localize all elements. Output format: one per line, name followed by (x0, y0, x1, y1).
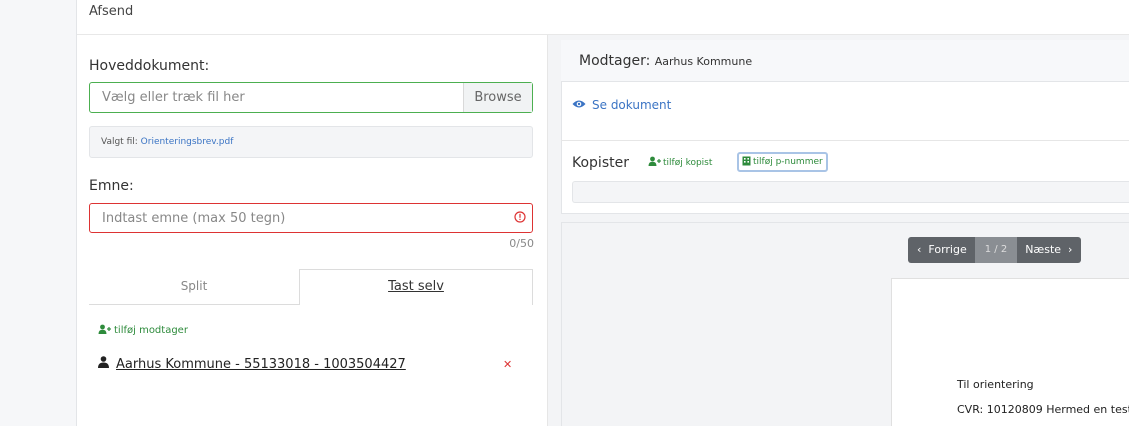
subject-label: Emne: (89, 178, 134, 194)
document-text-line: Til orientering (957, 378, 1034, 391)
add-copy-label: tilføj kopist (663, 157, 713, 168)
document-text-line: CVR: 10120809 Hermed en test i (957, 403, 1129, 416)
recipient-title-prefix: Modtager: (579, 53, 651, 69)
add-pnumber-button[interactable]: tilføj p-nummer (737, 152, 828, 172)
add-recipient-label: tilføj modtager (114, 325, 188, 336)
tab-split[interactable]: Split (89, 269, 299, 305)
add-user-icon (98, 324, 111, 337)
recipient-name[interactable]: Aarhus Kommune - 55133018 - 1003504427 (116, 357, 406, 372)
recipient-title-value: Aarhus Kommune (654, 55, 753, 68)
selected-file-box: Valgt fil: Orienteringsbrev.pdf (89, 126, 533, 158)
warning-icon (508, 210, 532, 226)
building-icon (742, 156, 751, 169)
main-document-label: Hoveddokument: (89, 58, 210, 74)
copies-label: Kopister (572, 155, 629, 171)
add-pnumber-label: tilføj p-nummer (753, 157, 823, 167)
page-indicator: 1 / 2 (974, 237, 1018, 263)
tab-tast-selv[interactable]: Tast selv (299, 269, 533, 305)
prev-page-button[interactable]: ‹ Forrige (908, 237, 975, 263)
divider (561, 140, 1129, 141)
selected-file-link[interactable]: Orienteringsbrev.pdf (141, 137, 234, 147)
recipient-row: Aarhus Kommune - 55133018 - 1003504427 ✕ (98, 354, 528, 374)
subject-placeholder[interactable]: Indtast emne (max 50 tegn) (90, 211, 508, 226)
recipient-card-header: Modtager: Aarhus Kommune (561, 40, 1129, 82)
left-rail (0, 0, 77, 426)
add-recipient-link[interactable]: tilføj modtager (98, 324, 188, 337)
add-user-icon (648, 156, 661, 169)
remove-recipient-icon[interactable]: ✕ (503, 358, 512, 371)
prev-page-label: Forrige (928, 243, 967, 256)
file-input-placeholder[interactable]: Vælg eller træk fil her (90, 83, 463, 112)
char-counter: 0/50 (509, 237, 534, 250)
see-document-link[interactable]: Se dokument (572, 98, 671, 112)
copies-list (572, 181, 1129, 203)
browse-button[interactable]: Browse (463, 83, 532, 112)
next-page-button[interactable]: Næste › (1017, 237, 1082, 263)
pager: ‹ Forrige 1 / 2 Næste › (908, 237, 1082, 263)
selected-file-prefix: Valgt fil: (101, 137, 138, 147)
subject-input[interactable]: Indtast emne (max 50 tegn) (89, 203, 533, 233)
eye-icon (572, 98, 586, 112)
see-document-label: Se dokument (592, 98, 672, 112)
file-drop-input[interactable]: Vælg eller træk fil her Browse (89, 82, 533, 113)
page-title: Afsend (89, 4, 134, 19)
next-page-label: Næste (1025, 243, 1062, 256)
add-copy-link[interactable]: tilføj kopist (648, 156, 712, 169)
user-icon (98, 356, 114, 372)
top-bar (77, 0, 1129, 35)
